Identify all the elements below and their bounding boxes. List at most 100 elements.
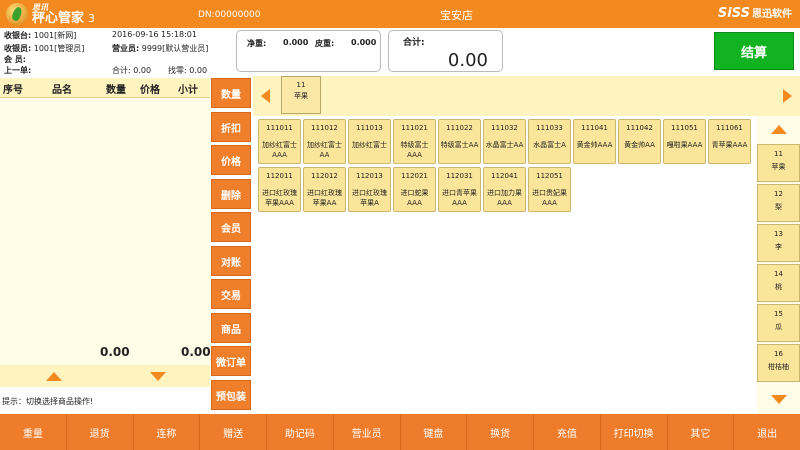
- fn-button-delete[interactable]: 删除: [211, 179, 251, 209]
- product-code: 111021: [401, 124, 428, 132]
- total-panel: 合计: 0.00: [388, 30, 503, 72]
- product-name: 黄金帅AA: [624, 141, 655, 149]
- toolbar-recharge-button[interactable]: 充值: [534, 414, 601, 450]
- product-tile[interactable]: 112051 进口贵妃果AAA: [528, 167, 571, 212]
- toolbar-exit-button[interactable]: 退出: [734, 414, 800, 450]
- vendor-name: SiSS: [717, 6, 750, 21]
- product-tile[interactable]: 112031 进口青苹果AAA: [438, 167, 481, 212]
- col-subtotal: 小计: [178, 85, 198, 96]
- prev-order-label: 上一单:: [4, 66, 32, 75]
- product-code: 112021: [401, 172, 428, 180]
- item-list[interactable]: [0, 98, 210, 365]
- fn-button-qty[interactable]: 数量: [211, 78, 251, 108]
- product-code: 111033: [536, 124, 563, 132]
- settle-button[interactable]: 结算: [714, 32, 794, 70]
- title-bar: 思讯 秤心管家 3 DN:00000000 宝安店 SiSS 思迅软件: [0, 0, 800, 28]
- product-tile[interactable]: 111051 嘎啦果AAA: [663, 119, 706, 164]
- product-tile[interactable]: 111061 青苹果AAA: [708, 119, 751, 164]
- cashier2-value: 1001[管理员]: [33, 44, 85, 53]
- toolbar-print-toggle-button[interactable]: 打印切换: [601, 414, 668, 450]
- product-tile[interactable]: 111032 水晶富士AA: [483, 119, 526, 164]
- product-name: 特级富士AA: [440, 141, 479, 149]
- scroll-down-icon[interactable]: [150, 372, 166, 381]
- toolbar-keyboard-button[interactable]: 键盘: [401, 414, 468, 450]
- product-tile[interactable]: 111041 黄金帅AAA: [573, 119, 616, 164]
- category-tab[interactable]: 11 苹果: [281, 76, 321, 114]
- product-code: 112031: [446, 172, 473, 180]
- subcategory-item[interactable]: 11 苹果: [757, 144, 800, 182]
- product-tile[interactable]: 112021 进口蛇果AAA: [393, 167, 436, 212]
- change-value: 0.00: [189, 66, 208, 75]
- subcategory-item[interactable]: 15 瓜: [757, 304, 800, 342]
- toolbar-clerk-button[interactable]: 营业员: [334, 414, 401, 450]
- product-tile[interactable]: 111011 加纱红富士AAA: [258, 119, 301, 164]
- product-tile[interactable]: 112012 进口红玫瑰苹果AA: [303, 167, 346, 212]
- product-name: 进口红玫瑰苹果AA: [307, 189, 342, 207]
- toolbar-weight-button[interactable]: 重量: [0, 414, 67, 450]
- subcategory-item[interactable]: 12 梨: [757, 184, 800, 222]
- product-name: 水晶富士A: [533, 141, 566, 149]
- subcategory-down-icon[interactable]: [771, 395, 787, 404]
- fn-button-member[interactable]: 会员: [211, 212, 251, 242]
- vendor-logo: SiSS 思迅软件: [718, 5, 792, 21]
- product-name: 进口青苹果AAA: [442, 189, 477, 207]
- subtotal-value: 0.00: [133, 66, 152, 75]
- app-name-row: 秤心管家 3: [32, 12, 95, 25]
- product-tile[interactable]: 112013 进口红玫瑰苹果A: [348, 167, 391, 212]
- change-label: 找零:: [168, 66, 187, 75]
- fn-button-micro-order[interactable]: 微订单: [211, 346, 251, 376]
- subcategory-code: 11: [774, 150, 783, 158]
- sum-amount: 0.00: [181, 345, 211, 359]
- category-prev-icon[interactable]: [261, 89, 270, 103]
- device-number: DN:00000000: [198, 10, 261, 20]
- fn-button-transactions[interactable]: 交易: [211, 279, 251, 309]
- fn-button-price[interactable]: 价格: [211, 145, 251, 175]
- subcategory-up-icon[interactable]: [771, 125, 787, 134]
- product-grid: 111011 加纱红富士AAA 111012 加纱红富士AA 111013 加纱红富士…: [253, 116, 756, 414]
- subcategory-item[interactable]: 16 柑桔柚: [757, 344, 800, 382]
- product-name: 进口贵妃果AAA: [532, 189, 567, 207]
- product-code: 112041: [491, 172, 518, 180]
- product-code: 111022: [446, 124, 473, 132]
- subcategory-item[interactable]: 13 李: [757, 224, 800, 262]
- product-code: 111011: [266, 124, 293, 132]
- product-name: 加纱红富士: [352, 141, 387, 149]
- fn-button-goods[interactable]: 商品: [211, 313, 251, 343]
- clerk-value: 9999[默认营业员]: [141, 44, 209, 53]
- fn-button-discount[interactable]: 折扣: [211, 112, 251, 142]
- toolbar-continuous-weigh-button[interactable]: 连称: [134, 414, 201, 450]
- session-info: 收银台: 1001[新网] 2016-09-16 15:18:01 收银员: 1…: [0, 28, 225, 78]
- toolbar-other-button[interactable]: 其它: [668, 414, 735, 450]
- subcategory-item[interactable]: 14 桃: [757, 264, 800, 302]
- fn-button-reconcile[interactable]: 对账: [211, 246, 251, 276]
- product-tile[interactable]: 111042 黄金帅AA: [618, 119, 661, 164]
- subcategory-name: 梨: [775, 203, 782, 211]
- category-next-icon[interactable]: [783, 89, 792, 103]
- product-tile[interactable]: 111012 加纱红富士AA: [303, 119, 346, 164]
- member-label: 会 员:: [4, 55, 26, 64]
- product-name: 进口红玫瑰苹果A: [352, 189, 387, 207]
- logo-icon: [6, 3, 28, 25]
- toolbar-return-button[interactable]: 退货: [67, 414, 134, 450]
- product-name: 水晶富士AA: [485, 141, 524, 149]
- fn-button-prepack[interactable]: 预包装: [211, 380, 251, 410]
- tare-weight-label: 皮重:: [315, 39, 335, 48]
- product-name: 黄金帅AAA: [576, 141, 613, 149]
- product-code: 112012: [311, 172, 338, 180]
- product-tile[interactable]: 111013 加纱红富士: [348, 119, 391, 164]
- product-tile[interactable]: 112011 进口红玫瑰苹果AAA: [258, 167, 301, 212]
- subcategory-code: 13: [774, 230, 783, 238]
- toolbar-exchange-button[interactable]: 换货: [467, 414, 534, 450]
- product-tile[interactable]: 111033 水晶富士A: [528, 119, 571, 164]
- subcategory-column: 11 苹果 12 梨 13 李 14 桃 15 瓜 16 柑桔柚: [757, 116, 800, 414]
- product-tile[interactable]: 111022 特级富士AA: [438, 119, 481, 164]
- toolbar-gift-button[interactable]: 赠送: [200, 414, 267, 450]
- scroll-up-icon[interactable]: [46, 372, 62, 381]
- toolbar-mnemonic-button[interactable]: 助记码: [267, 414, 334, 450]
- product-name: 加纱红富士AAA: [262, 141, 297, 159]
- bottom-toolbar: 重量 退货 连称 赠送 助记码 营业员 键盘 换货 充值 打印切换 其它 退出: [0, 414, 800, 450]
- product-name: 进口加力果AAA: [487, 189, 522, 207]
- product-tile[interactable]: 112041 进口加力果AAA: [483, 167, 526, 212]
- product-code: 112051: [536, 172, 563, 180]
- product-tile[interactable]: 111021 特级富士AAA: [393, 119, 436, 164]
